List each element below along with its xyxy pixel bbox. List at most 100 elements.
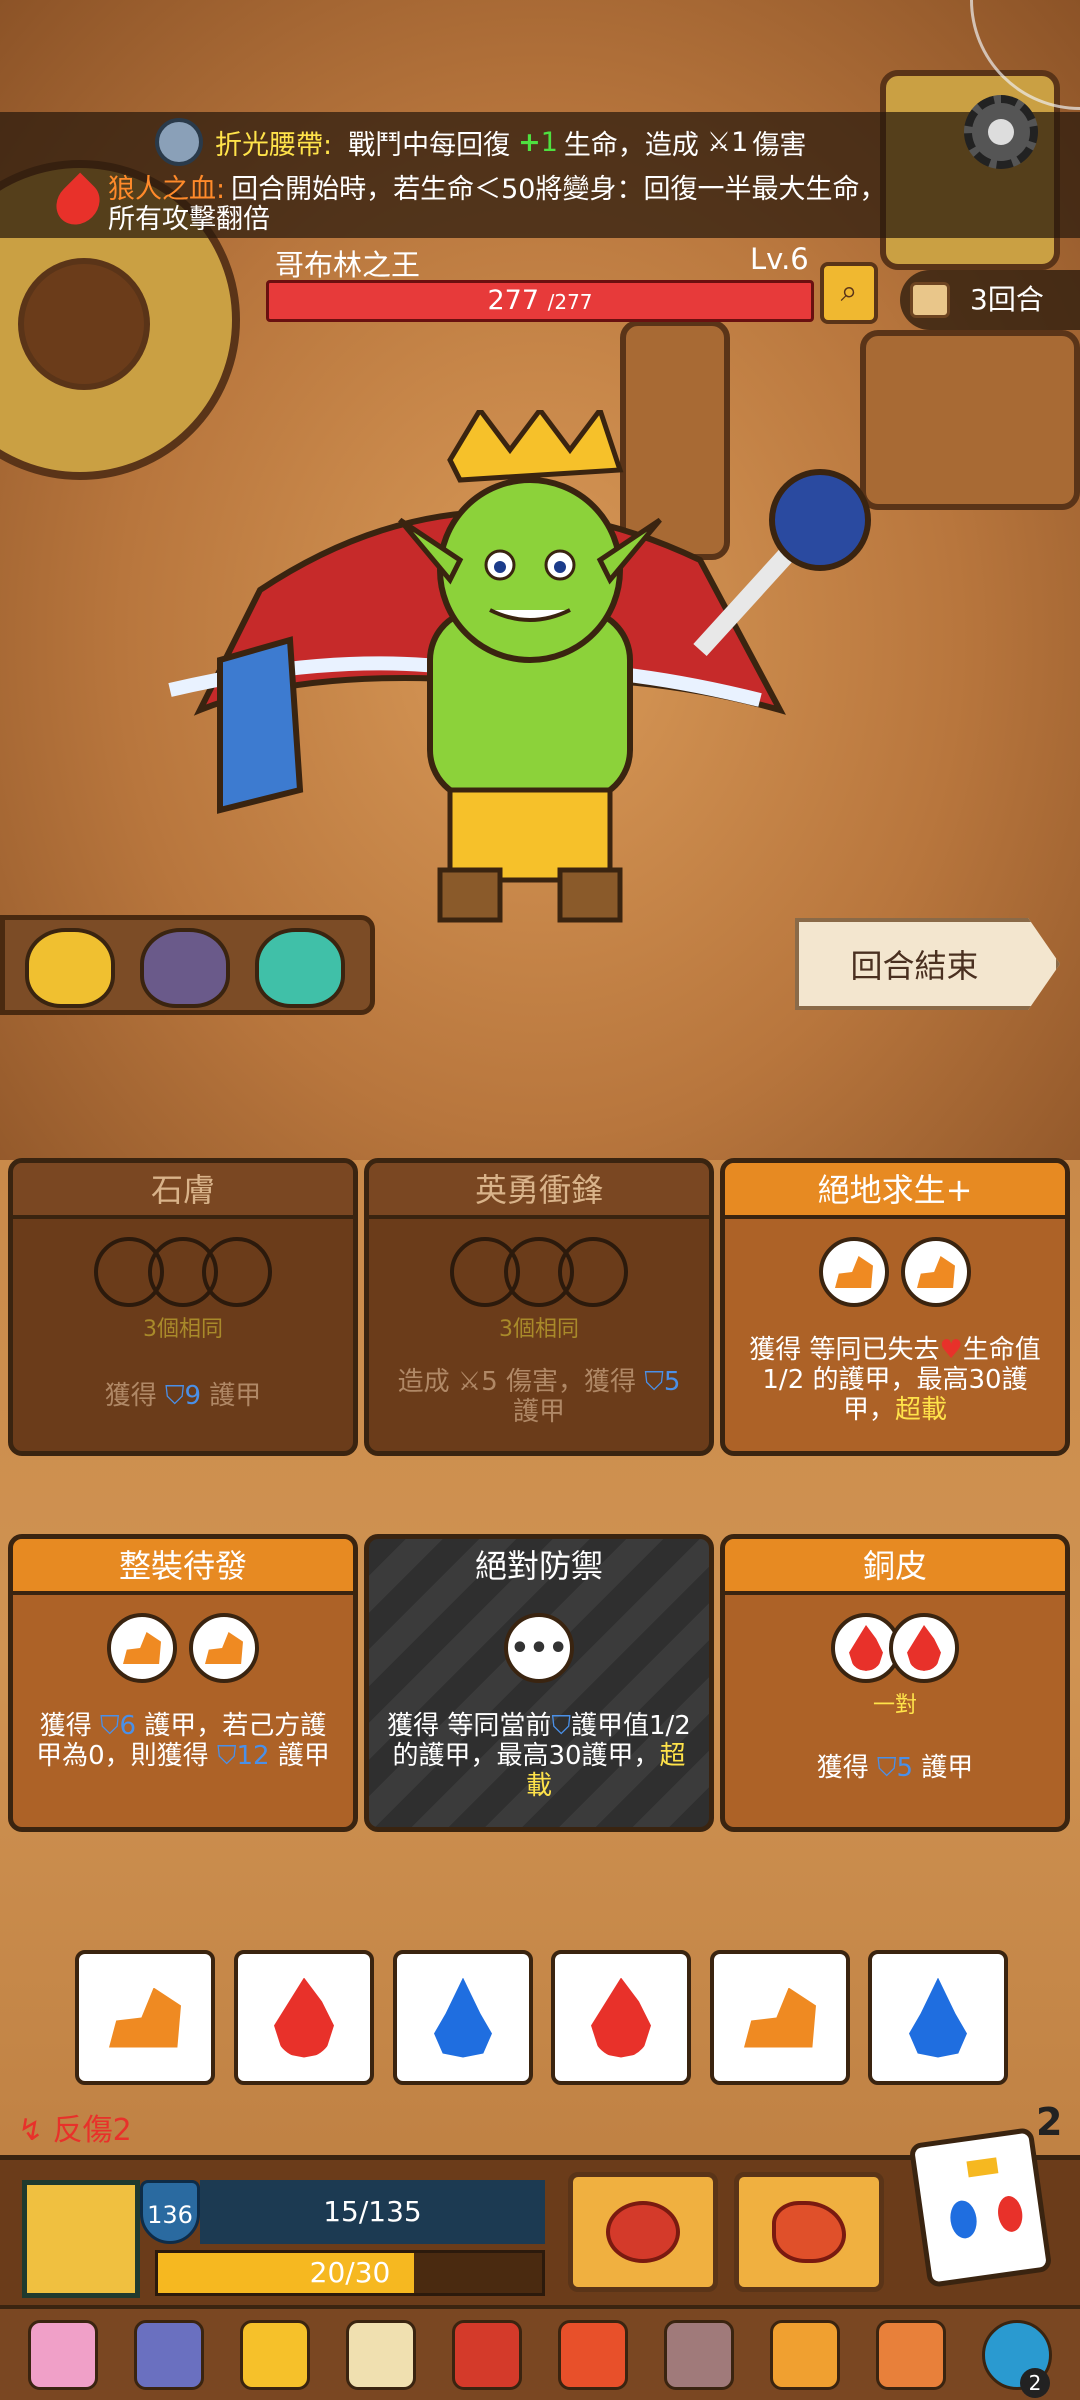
armor-value: 9 — [184, 1381, 202, 1411]
stone-icon — [109, 1987, 181, 2048]
desc-text: 護甲 — [512, 1397, 565, 1427]
heart-shield-relic-icon[interactable] — [664, 2319, 734, 2390]
card-title: 絕地求生+ — [725, 1163, 1065, 1219]
stone-icon — [835, 1256, 873, 1288]
potion-purple-icon[interactable] — [140, 928, 230, 1008]
card-description: 獲得 等同當前⛉護甲值1/2 的護甲，最高30護甲，超 載 — [369, 1685, 709, 1801]
stone-slot[interactable] — [189, 1613, 259, 1683]
thorns-status[interactable]: ↯ 反傷2 — [18, 2105, 132, 2149]
gauntlet-relic-icon[interactable] — [134, 2319, 204, 2390]
stone-slot[interactable] — [901, 1237, 971, 1307]
card-title: 英勇衝鋒 — [369, 1163, 709, 1219]
fist-skill-button[interactable] — [568, 2172, 718, 2292]
reroll-die-button[interactable] — [908, 2127, 1053, 2288]
splash-skill-button[interactable] — [734, 2172, 884, 2292]
end-turn-button[interactable]: 回合結束 — [795, 918, 1060, 1010]
enemy-hp-max: /277 — [547, 290, 593, 314]
heal-plus-icon: + — [518, 126, 541, 158]
desc-text: 造成 — [397, 1367, 450, 1397]
dice-slots[interactable] — [725, 1613, 1065, 1685]
player-energy-text: 20/30 — [309, 2256, 391, 2289]
dice-slots[interactable] — [13, 1237, 353, 1309]
flame-slot[interactable] — [889, 1613, 959, 1683]
player-hp-text: 15/135 — [323, 2195, 422, 2228]
enemy-level: Lv.6 — [750, 242, 809, 276]
round-label: 3回合 — [970, 283, 1044, 316]
stone-icon — [917, 1256, 955, 1288]
die-stone[interactable] — [710, 1950, 850, 2085]
potion-teal-icon[interactable] — [255, 928, 345, 1008]
player-portrait-avatar[interactable] — [22, 2180, 140, 2298]
card-requirement: 3個相同 — [499, 1317, 579, 1342]
skill-card-ready-up[interactable]: 整裝待發 獲得 ⛉6 護甲，若己方護 甲為0，則獲得 ⛉12 護甲 — [8, 1534, 358, 1832]
dice-slots[interactable]: ••• — [369, 1613, 709, 1685]
die-water[interactable] — [868, 1950, 1008, 2085]
shield-icon: ⛉ — [164, 1381, 185, 1411]
desc-text: 甲， — [842, 1395, 895, 1425]
dice-slots[interactable] — [369, 1237, 709, 1309]
player-hp-bar: 15/135 — [200, 2180, 545, 2244]
stone-slot[interactable] — [107, 1613, 177, 1683]
skill-card-absolute-defense[interactable]: 絕對防禦 ••• 獲得 等同當前⛉護甲值1/2 的護甲，最高30護甲，超 載 — [364, 1534, 714, 1832]
armor-value: 5 — [663, 1367, 681, 1397]
shield-icon: ⛉ — [99, 1711, 120, 1741]
die-stone[interactable] — [75, 1950, 215, 2085]
empty-slot[interactable] — [558, 1237, 628, 1307]
relic-bar — [0, 2305, 1080, 2400]
player-armor-value: 136 — [147, 2201, 193, 2229]
skill-card-copper-skin[interactable]: 銅皮 一對 獲得 ⛉5 護甲 — [720, 1534, 1070, 1832]
empty-slot[interactable] — [202, 1237, 272, 1307]
thorns-label: 反傷2 — [52, 2113, 132, 2148]
belt-text-a: 戰鬥中每回復 — [348, 129, 511, 161]
desc-text: 護甲值1/2 — [570, 1711, 691, 1741]
armor-value: 6 — [119, 1711, 137, 1741]
fire-splash-icon — [772, 2201, 846, 2263]
desc-text: 獲得 等同已失去 — [749, 1335, 940, 1365]
blood-icon — [47, 172, 109, 234]
desc-text: 的護甲，最高30護甲， — [392, 1741, 660, 1771]
feather-relic-icon[interactable] — [876, 2319, 946, 2390]
die-flame[interactable] — [551, 1950, 691, 2085]
buff-belt-row[interactable]: 折光腰帶: 戰鬥中每回復 + 1 生命，造成 ⚔ 1 傷害 — [0, 112, 1080, 172]
werewolf-line1: 回合開始時，若生命＜50將變身：回復一半最大生命， — [231, 174, 887, 205]
card-description: 獲得 ⛉6 護甲，若己方護 甲為0，則獲得 ⛉12 護甲 — [13, 1685, 353, 1771]
claw-relic-icon[interactable] — [346, 2319, 416, 2390]
stone-slot[interactable] — [819, 1237, 889, 1307]
desc-text: 護甲 — [277, 1741, 330, 1771]
scroll-icon — [910, 282, 950, 318]
goblin-king-sprite — [168, 410, 871, 923]
desc-text: 獲得 — [104, 1381, 157, 1411]
overload-keyword: 超載 — [895, 1395, 948, 1425]
skill-card-heroic-charge[interactable]: 英勇衝鋒 3個相同 造成 ⚔5 傷害，獲得 ⛉5 護甲 — [364, 1158, 714, 1456]
stone-icon — [205, 1632, 243, 1664]
amulet-relic-icon[interactable] — [240, 2319, 310, 2390]
card-description: 造成 ⚔5 傷害，獲得 ⛉5 護甲 — [369, 1343, 709, 1427]
shield-icon: ⛉ — [216, 1741, 237, 1771]
flame-crown-relic-icon[interactable] — [770, 2319, 840, 2390]
dragon-sword-relic-icon[interactable] — [558, 2319, 628, 2390]
belt-icon — [155, 118, 203, 166]
ruby-relic-icon[interactable] — [452, 2319, 522, 2390]
stone-icon — [744, 1987, 816, 2048]
die-water[interactable] — [393, 1950, 533, 2085]
buff-werewolf-row[interactable]: 狼人之血: 回合開始時，若生命＜50將變身：回復一半最大生命， 所有攻擊翻倍 — [0, 172, 1080, 238]
crystal-relic-icon[interactable] — [28, 2319, 98, 2390]
die-flame[interactable] — [234, 1950, 374, 2085]
card-title: 整裝待發 — [13, 1539, 353, 1595]
werewolf-name: 狼人之血: — [108, 174, 226, 205]
skill-card-stone-skin[interactable]: 石膚 3個相同 獲得 ⛉9 護甲 — [8, 1158, 358, 1456]
shield-icon: ⛉ — [551, 1711, 571, 1741]
dice-slots[interactable] — [13, 1613, 353, 1685]
inspect-magnifier-icon[interactable]: ⌕ — [820, 262, 878, 324]
stone-icon — [123, 1632, 161, 1664]
potion-yellow-icon[interactable] — [25, 928, 115, 1008]
sword-icon: ⚔ — [457, 1367, 482, 1397]
any-die-slot[interactable]: ••• — [504, 1613, 574, 1683]
desc-text: 1/2 的護甲，最高30護 — [762, 1365, 1028, 1395]
dice-slots[interactable] — [725, 1237, 1065, 1309]
water-drop-icon — [909, 1977, 967, 2058]
relic-count-badge: 2 — [1020, 2368, 1050, 2398]
settings-gear-icon[interactable] — [964, 95, 1038, 169]
skill-card-last-stand[interactable]: 絕地求生+ 獲得 等同已失去♥生命值 1/2 的護甲，最高30護 甲，超載 — [720, 1158, 1070, 1456]
ellipsis-icon: ••• — [510, 1630, 568, 1666]
